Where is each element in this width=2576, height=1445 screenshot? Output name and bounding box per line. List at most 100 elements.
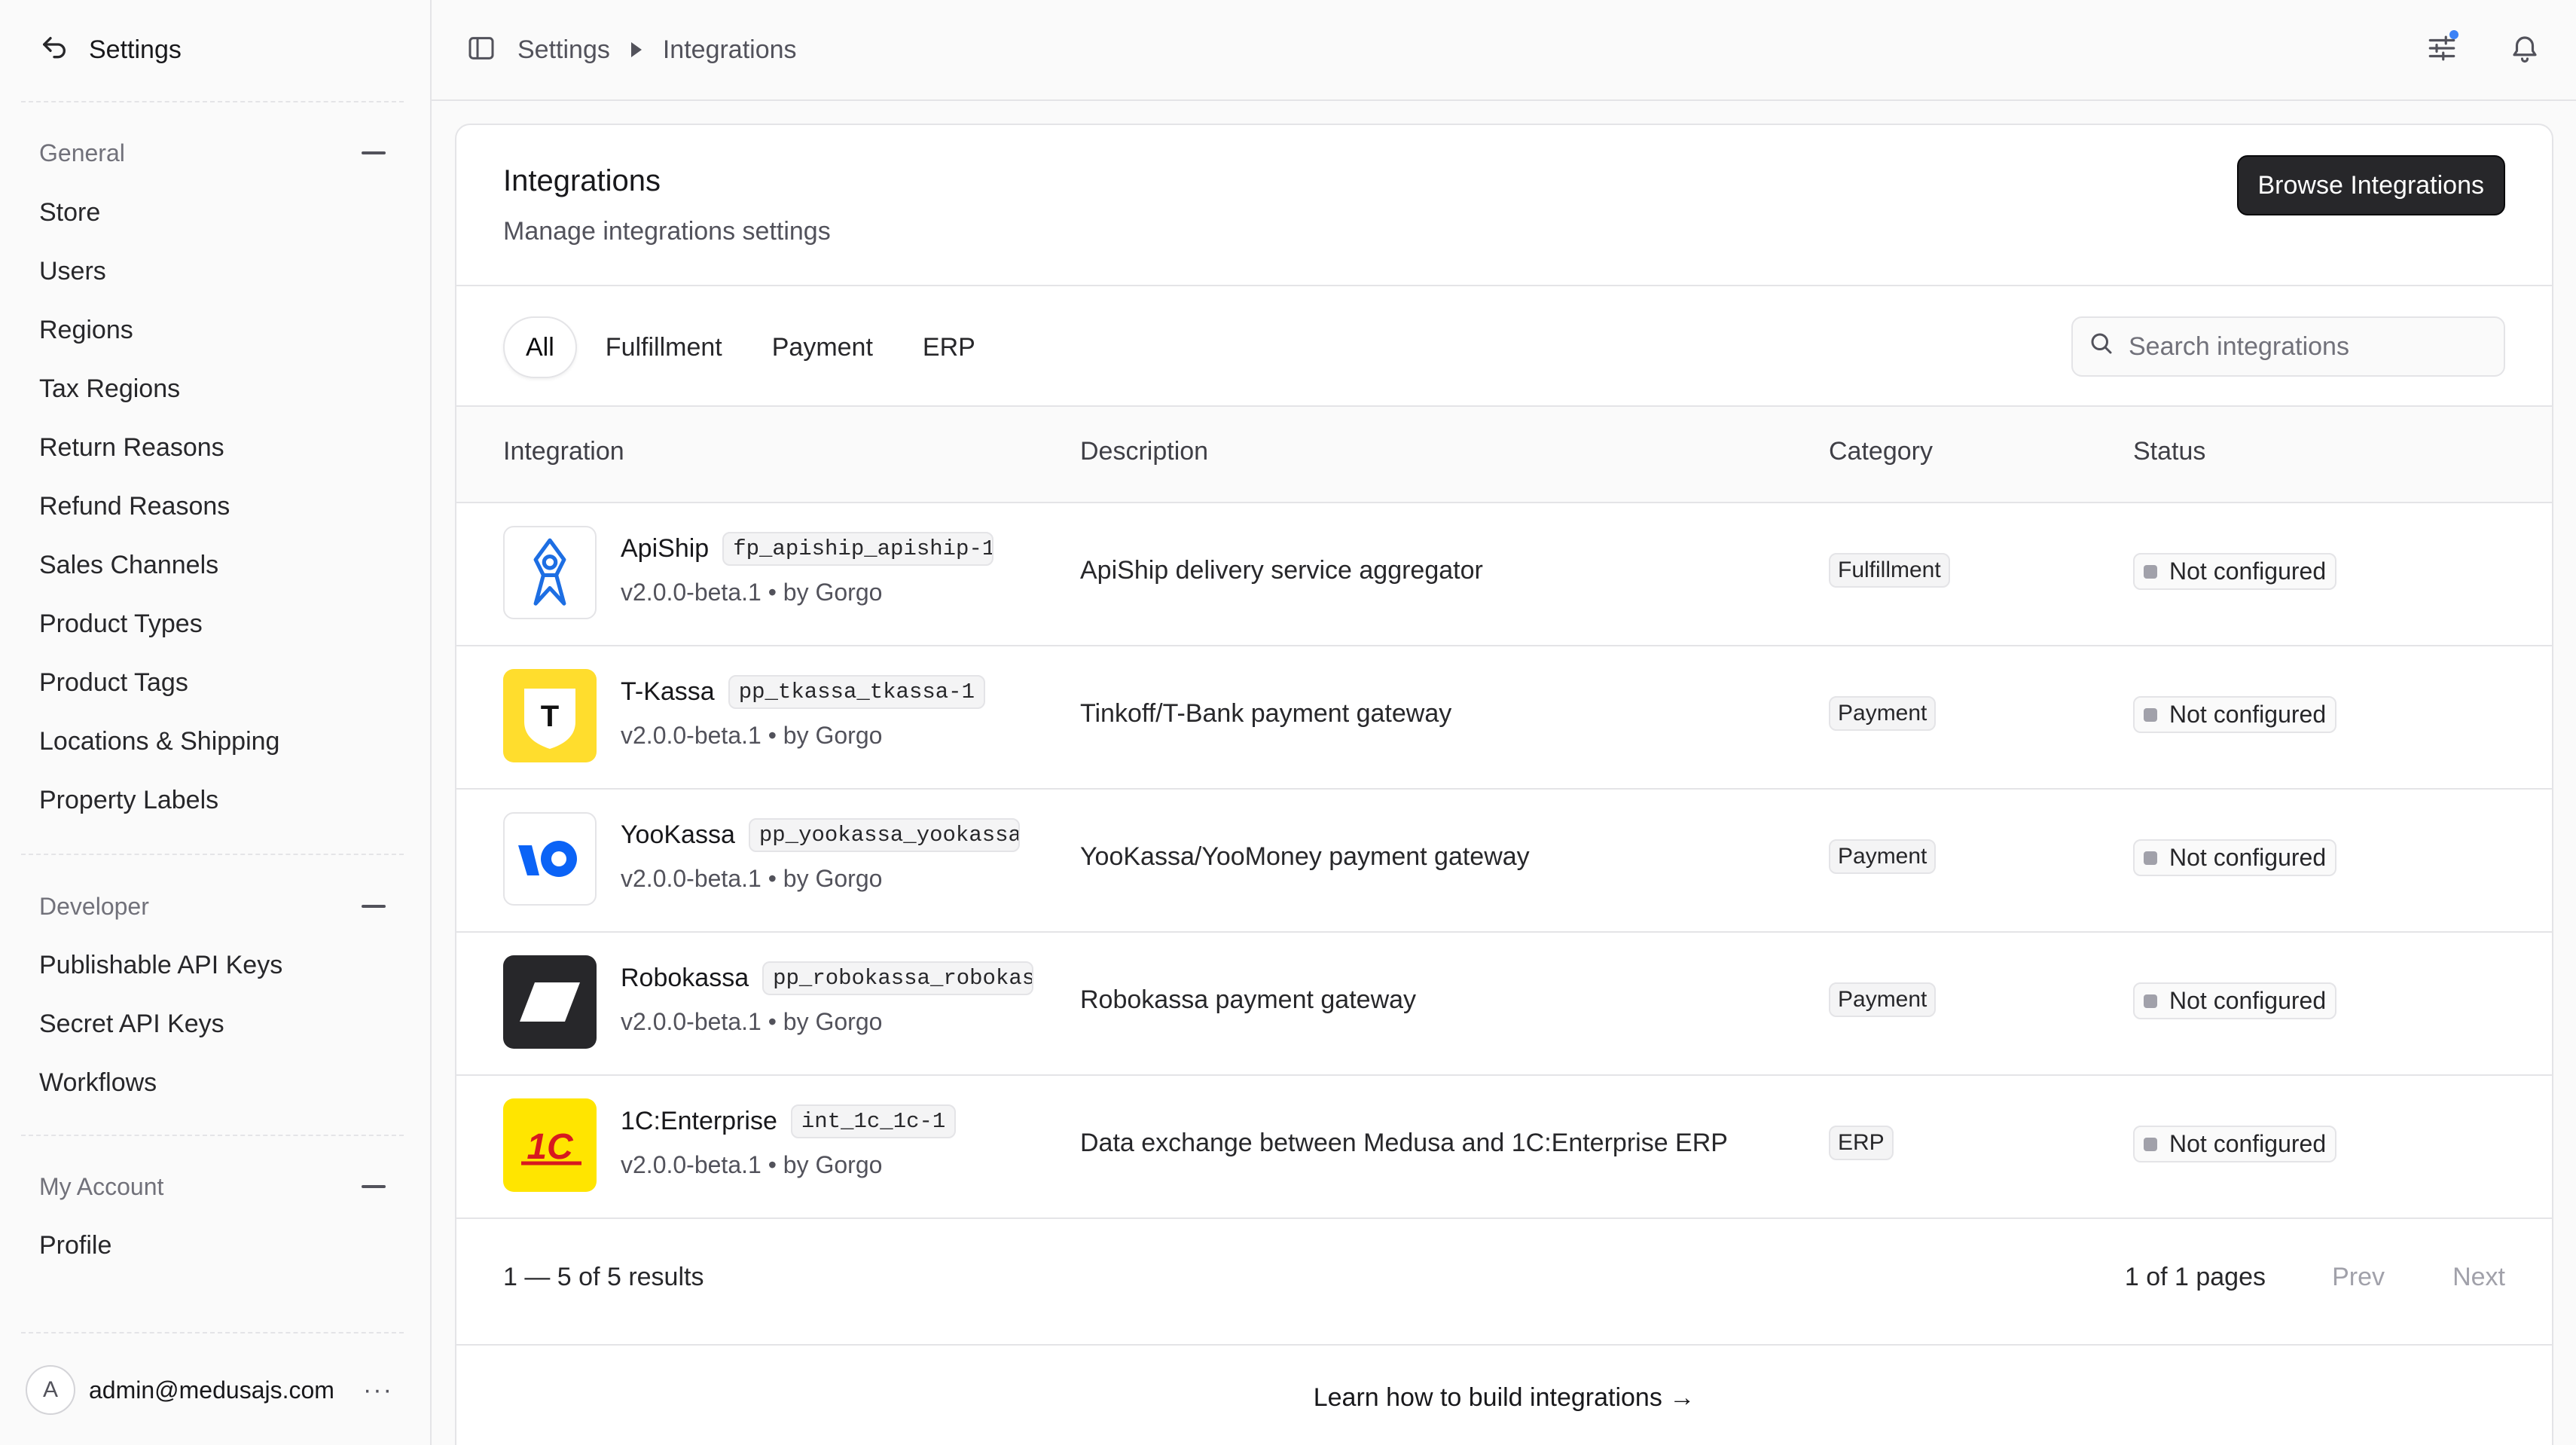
- sidebar-section-developer[interactable]: Developer: [39, 887, 386, 925]
- sidebar-item-locations-shipping[interactable]: Locations & Shipping: [39, 722, 279, 760]
- tab-erp[interactable]: ERP: [902, 316, 997, 378]
- browse-integrations-button[interactable]: Browse Integrations: [2236, 155, 2505, 215]
- breadcrumb-chevron-icon: [630, 42, 642, 57]
- integration-name: T-Kassa: [621, 677, 715, 706]
- pagination: 1 — 5 of 5 results 1 of 1 pages Prev Nex…: [456, 1219, 2552, 1346]
- sidebar-item-profile[interactable]: Profile: [39, 1227, 111, 1264]
- sidebar-divider: [21, 101, 404, 102]
- collapse-minus-icon[interactable]: [362, 1185, 386, 1188]
- sidebar-title: Settings: [89, 35, 182, 64]
- status-indicator-icon: [2144, 994, 2157, 1008]
- sidebar-item-regions[interactable]: Regions: [39, 311, 133, 349]
- sidebar-item-return-reasons[interactable]: Return Reasons: [39, 429, 224, 466]
- sliders-icon[interactable]: [2424, 30, 2460, 66]
- table-row[interactable]: ApiShip fp_apiship_apiship-1 v2.0.0-beta…: [456, 503, 2552, 646]
- breadcrumb: Settings Integrations: [466, 29, 797, 71]
- column-header-integration: Integration: [503, 437, 624, 466]
- tab-fulfillment[interactable]: Fulfillment: [584, 316, 743, 378]
- integration-name: YooKassa: [621, 820, 735, 849]
- user-menu[interactable]: A admin@medusajs.com ···: [26, 1364, 402, 1416]
- learn-integrations-link[interactable]: Learn how to build integrations →: [456, 1383, 2552, 1413]
- status-badge: Not configured: [2133, 1126, 2337, 1162]
- sidebar-item-sales-channels[interactable]: Sales Channels: [39, 546, 218, 584]
- status-indicator-icon: [2144, 707, 2157, 722]
- sidebar-section-my-account[interactable]: My Account: [39, 1168, 386, 1205]
- status-text: Not configured: [2169, 701, 2327, 728]
- page-title: Integrations: [503, 164, 661, 197]
- status-text: Not configured: [2169, 987, 2327, 1014]
- bell-icon[interactable]: [2507, 30, 2543, 66]
- next-page-button[interactable]: Next: [2452, 1263, 2505, 1292]
- sidebar-section-label: General: [39, 139, 125, 166]
- avatar: A: [26, 1365, 75, 1415]
- integration-name: ApiShip: [621, 534, 710, 563]
- breadcrumb-settings[interactable]: Settings: [517, 35, 610, 65]
- sidebar-back-to-settings[interactable]: Settings: [39, 29, 182, 71]
- sidebar-item-tax-regions[interactable]: Tax Regions: [39, 370, 180, 408]
- collapse-minus-icon[interactable]: [362, 151, 386, 154]
- category-badge: Payment: [1829, 696, 1937, 731]
- search-input[interactable]: [2129, 331, 2475, 362]
- column-header-category: Category: [1829, 437, 1933, 466]
- status-badge: Not configured: [2133, 839, 2337, 876]
- integration-description: Robokassa payment gateway: [1080, 985, 1417, 1014]
- category-badge: ERP: [1829, 1126, 1894, 1160]
- category-badge: Payment: [1829, 982, 1937, 1017]
- sidebar-item-users[interactable]: Users: [39, 252, 106, 290]
- integration-version: v2.0.0-beta.1 • by Gorgo: [621, 722, 883, 749]
- status-badge: Not configured: [2133, 982, 2337, 1019]
- integration-id: pp_tkassa_tkassa-1: [728, 675, 985, 709]
- top-bar: Settings Integrations: [432, 0, 2576, 101]
- robokassa-logo: [503, 955, 597, 1049]
- sidebar-divider: [21, 1135, 404, 1136]
- column-header-status: Status: [2133, 437, 2206, 466]
- integration-description: Data exchange between Medusa and 1C:Ente…: [1080, 1129, 1728, 1157]
- table-row[interactable]: Robokassa pp_robokassa_robokas v2.0.0-be…: [456, 933, 2552, 1076]
- card-header: Integrations Manage integrations setting…: [456, 125, 2552, 286]
- status-text: Not configured: [2169, 558, 2327, 585]
- category-tabs: All Fulfillment Payment ERP: [503, 316, 997, 378]
- status-text: Not configured: [2169, 1130, 2327, 1157]
- notification-dot: [2449, 30, 2458, 39]
- sidebar-item-product-types[interactable]: Product Types: [39, 605, 203, 643]
- status-badge: Not configured: [2133, 553, 2337, 590]
- 1c-logo: 1С: [503, 1098, 597, 1192]
- integration-name: 1C:Enterprise: [621, 1107, 777, 1135]
- sidebar-divider: [21, 1332, 404, 1333]
- sidebar-section-general[interactable]: General: [39, 134, 386, 172]
- collapse-minus-icon[interactable]: [362, 905, 386, 908]
- tkassa-logo-letter: T: [541, 700, 559, 733]
- user-email: admin@medusajs.com: [89, 1376, 334, 1404]
- 1c-logo-text: 1С: [526, 1127, 574, 1167]
- page-subtitle: Manage integrations settings: [503, 217, 831, 246]
- table-row[interactable]: 1С 1C:Enterprise int_1c_1c-1 v2.0.0-beta…: [456, 1076, 2552, 1219]
- search-box[interactable]: [2071, 316, 2505, 377]
- column-header-description: Description: [1080, 437, 1209, 466]
- sidebar-toggle-icon[interactable]: [466, 33, 496, 67]
- table-row[interactable]: T T-Kassa pp_tkassa_tkassa-1 v2.0.0-beta…: [456, 646, 2552, 790]
- more-options-icon[interactable]: ···: [363, 1376, 393, 1405]
- tab-payment[interactable]: Payment: [751, 316, 894, 378]
- integration-id: pp_robokassa_robokas: [762, 961, 1034, 995]
- table-row[interactable]: YooKassa pp_yookassa_yookassa- v2.0.0-be…: [456, 790, 2552, 933]
- category-badge: Payment: [1829, 839, 1937, 874]
- integration-version: v2.0.0-beta.1 • by Gorgo: [621, 579, 883, 606]
- sidebar-section-label: My Account: [39, 1172, 164, 1200]
- tab-all[interactable]: All: [503, 316, 577, 378]
- sidebar-item-store[interactable]: Store: [39, 194, 100, 231]
- sidebar-item-workflows[interactable]: Workflows: [39, 1064, 157, 1101]
- integrations-card: Integrations Manage integrations setting…: [455, 124, 2553, 1445]
- integration-version: v2.0.0-beta.1 • by Gorgo: [621, 1008, 883, 1035]
- sidebar-section-label: Developer: [39, 892, 149, 920]
- status-indicator-icon: [2144, 1137, 2157, 1151]
- integration-description: Tinkoff/T-Bank payment gateway: [1080, 699, 1452, 728]
- back-arrow-icon: [39, 33, 69, 67]
- sidebar-item-product-tags[interactable]: Product Tags: [39, 664, 188, 701]
- integration-name: Robokassa: [621, 964, 749, 992]
- tkassa-logo: T: [503, 669, 597, 762]
- sidebar-item-publishable-api-keys[interactable]: Publishable API Keys: [39, 946, 282, 984]
- sidebar-item-property-labels[interactable]: Property Labels: [39, 781, 218, 819]
- prev-page-button[interactable]: Prev: [2332, 1263, 2385, 1292]
- sidebar-item-refund-reasons[interactable]: Refund Reasons: [39, 487, 230, 525]
- sidebar-item-secret-api-keys[interactable]: Secret API Keys: [39, 1005, 224, 1043]
